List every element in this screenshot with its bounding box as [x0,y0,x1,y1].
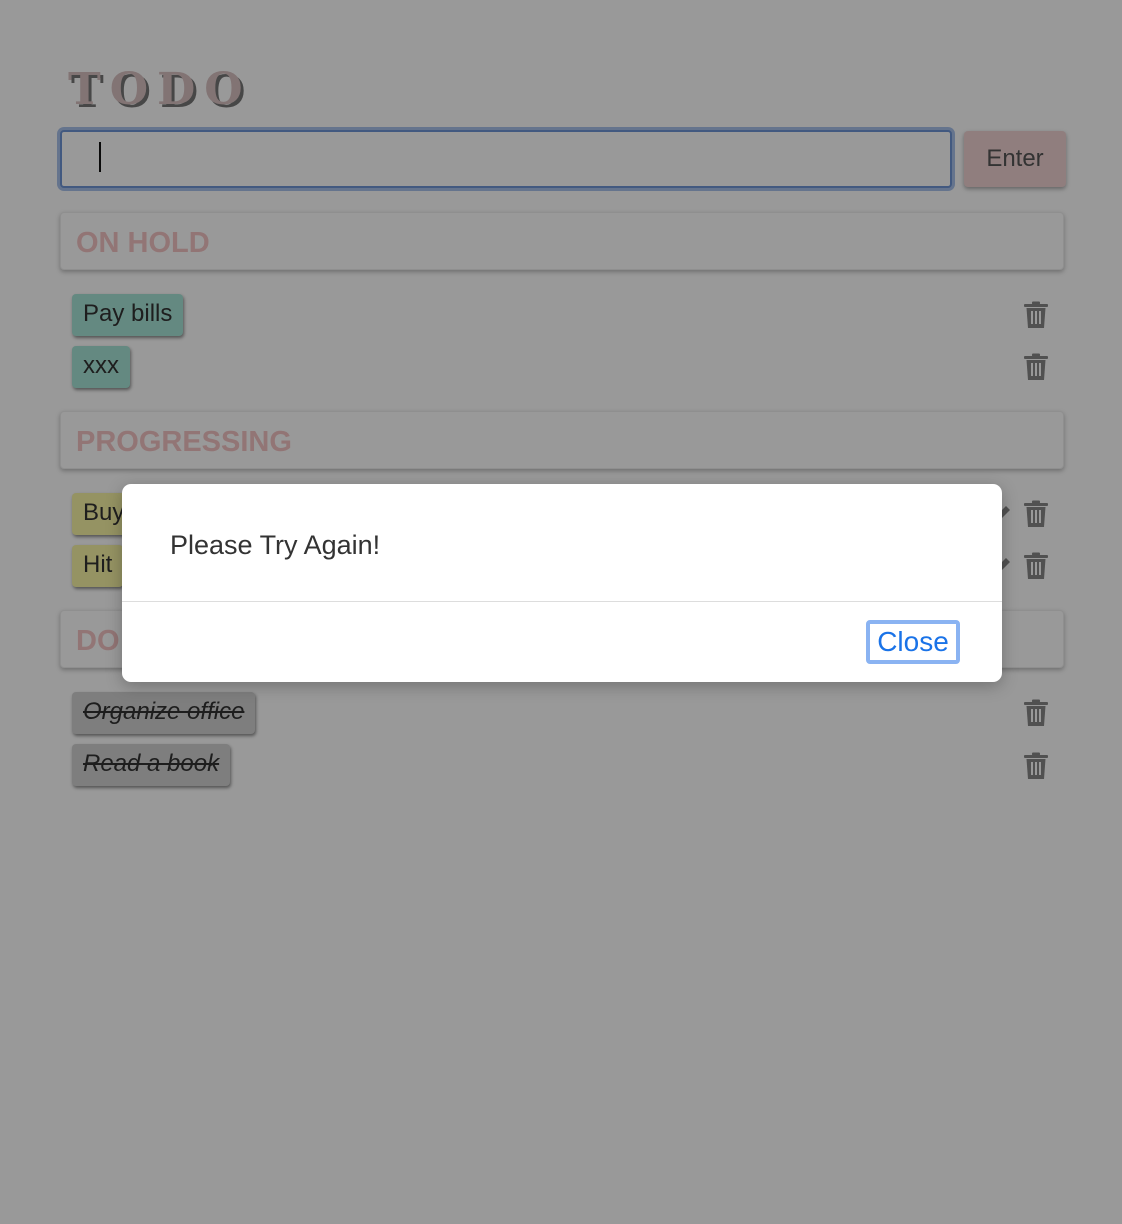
todo-app: TODO Enter ON HOLD Pay bills xxx PROGRES… [0,0,1122,1224]
dialog-body: Please Try Again! [122,484,1002,602]
close-button[interactable]: Close [866,620,960,664]
alert-dialog: Please Try Again! Close [122,484,1002,682]
dialog-message: Please Try Again! [170,530,381,560]
